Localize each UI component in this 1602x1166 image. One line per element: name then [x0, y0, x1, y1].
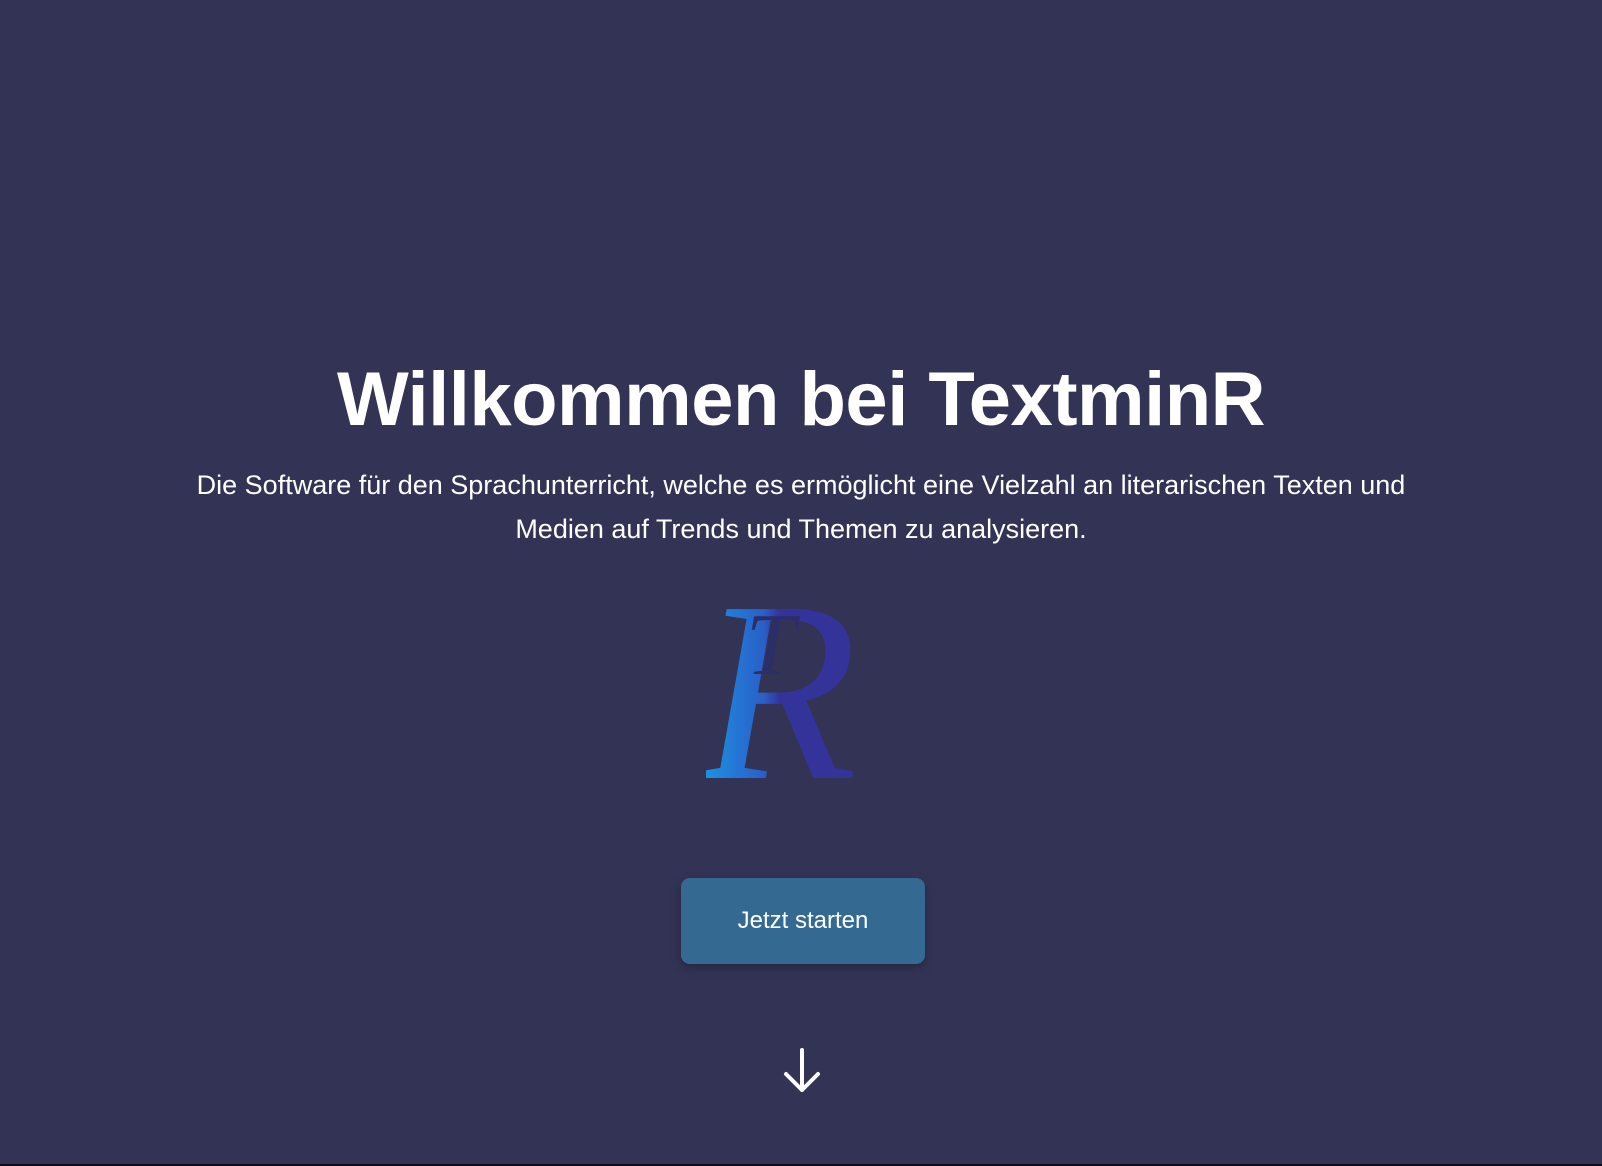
arrow-down-icon[interactable] — [780, 1046, 824, 1096]
textminr-logo: R T — [706, 594, 858, 784]
hero-section: Willkommen bei TextminR Die Software für… — [0, 0, 1602, 1164]
page-title: Willkommen bei TextminR — [336, 357, 1266, 442]
hero-subtitle: Die Software für den Sprachunterricht, w… — [196, 470, 1406, 544]
start-button[interactable]: Jetzt starten — [681, 878, 925, 964]
logo-letter-t: T — [746, 597, 801, 694]
